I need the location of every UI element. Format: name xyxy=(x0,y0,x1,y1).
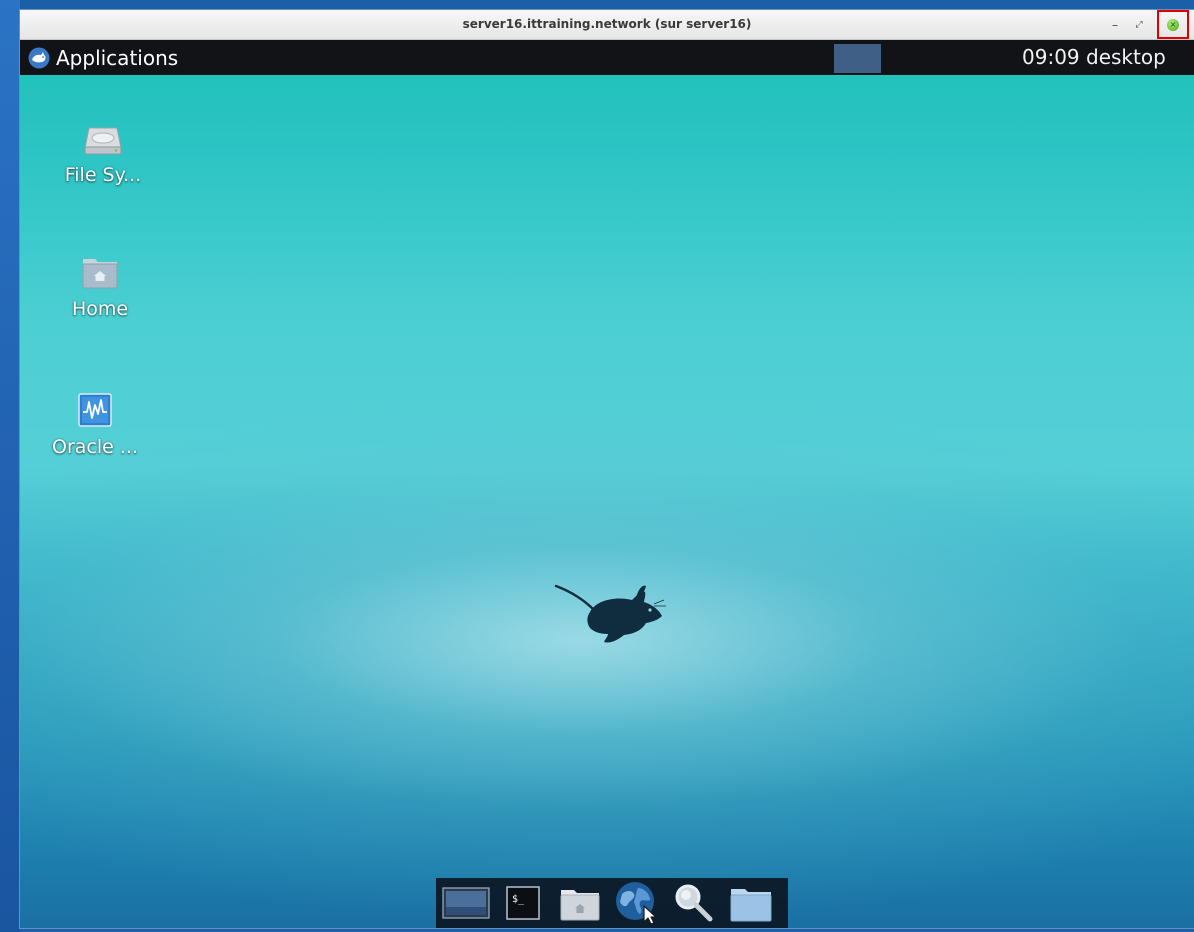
xfce-mouse-icon xyxy=(28,47,50,68)
show-desktop-icon xyxy=(442,887,490,919)
remote-desktop-window: server16.ittraining.network (sur server1… xyxy=(20,10,1194,928)
search-icon xyxy=(675,884,713,922)
dock-item-home-folder[interactable] xyxy=(554,880,606,926)
terminal-icon: $_ xyxy=(506,886,540,920)
dock-item-show-desktop[interactable] xyxy=(440,880,492,926)
home-folder-icon xyxy=(80,252,120,292)
desktop-icon-label: Home xyxy=(71,298,129,320)
dock-item-search[interactable] xyxy=(668,880,720,926)
panel-clock[interactable]: 09:09 desktop xyxy=(1022,40,1166,75)
close-icon: × xyxy=(1167,18,1179,31)
workspace-switcher[interactable] xyxy=(834,44,881,73)
applications-menu[interactable]: Applications xyxy=(28,40,178,75)
monitor-icon xyxy=(75,390,115,430)
window-title: server16.ittraining.network (sur server1… xyxy=(462,17,752,31)
desktop-icon-label: Oracle ... xyxy=(52,436,138,458)
dock-item-folder[interactable] xyxy=(725,880,777,926)
xfce-mouse-mascot xyxy=(554,584,666,643)
dock-item-terminal[interactable]: $_ xyxy=(497,880,549,926)
applications-label: Applications xyxy=(56,45,179,70)
folder-icon xyxy=(730,889,772,922)
dock-item-web-browser[interactable] xyxy=(611,880,663,926)
bottom-dock: $_ xyxy=(436,878,788,928)
close-button[interactable]: × xyxy=(1157,10,1189,39)
window-titlebar[interactable]: server16.ittraining.network (sur server1… xyxy=(20,10,1194,40)
svg-text:$_: $_ xyxy=(512,894,525,905)
maximize-button[interactable]: ⤢ xyxy=(1130,16,1148,34)
web-browser-icon xyxy=(616,882,657,925)
desktop-icon-home[interactable]: Home xyxy=(45,252,155,320)
drive-icon xyxy=(83,118,123,158)
xfce-desktop[interactable]: Applications 09:09 desktop File Sy... Ho… xyxy=(20,40,1194,928)
host-desktop-edge xyxy=(0,0,20,932)
top-panel: Applications 09:09 desktop xyxy=(20,40,1194,75)
desktop-icon-file-system[interactable]: File Sy... xyxy=(48,118,158,186)
desktop-icon-oracle[interactable]: Oracle ... xyxy=(40,390,150,458)
desktop-icon-label: File Sy... xyxy=(64,164,142,186)
minimize-button[interactable]: – xyxy=(1106,16,1124,34)
home-folder-icon xyxy=(560,890,600,921)
